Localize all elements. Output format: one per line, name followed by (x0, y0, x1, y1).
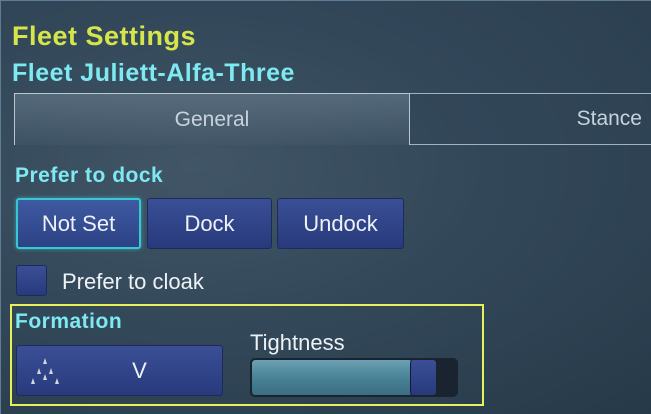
fleet-settings-panel: Fleet Settings Fleet Juliett-Alfa-Three … (0, 0, 651, 414)
prefer-to-cloak-checkbox[interactable] (16, 265, 47, 296)
prefer-to-dock-label: Prefer to dock (15, 164, 164, 187)
tab-stance[interactable]: Stance (410, 93, 651, 145)
fleet-name: Fleet Juliett-Alfa-Three (12, 59, 295, 87)
formation-value: V (132, 357, 147, 383)
tab-bar: General Stance (14, 93, 651, 145)
not-set-button[interactable]: Not Set (16, 198, 141, 249)
tightness-slider[interactable] (250, 358, 458, 397)
tightness-slider-handle[interactable] (410, 360, 436, 395)
tightness-slider-fill (252, 360, 412, 395)
dock-button[interactable]: Dock (147, 198, 272, 249)
window-title: Fleet Settings (12, 21, 197, 51)
prefer-to-cloak-label: Prefer to cloak (62, 269, 204, 294)
formation-label: Formation (15, 310, 123, 333)
formation-select-button[interactable]: V (16, 345, 223, 396)
tightness-label: Tightness (250, 330, 345, 355)
undock-button[interactable]: Undock (277, 198, 404, 249)
tab-general[interactable]: General (14, 93, 410, 145)
